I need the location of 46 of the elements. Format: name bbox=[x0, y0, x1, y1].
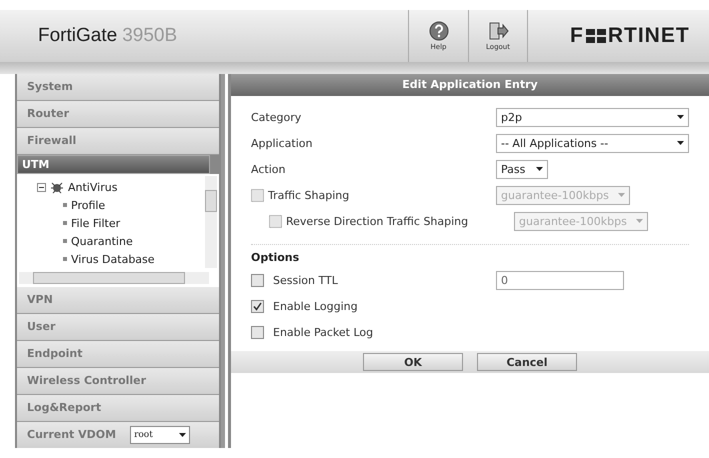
tree-item[interactable]: File Filter bbox=[71, 216, 120, 230]
caret-icon bbox=[636, 219, 643, 223]
field-label: Traffic Shaping bbox=[268, 188, 350, 202]
dropdown[interactable]: -- All Applications -- bbox=[496, 134, 689, 152]
caret-icon bbox=[677, 115, 684, 119]
caret-icon bbox=[179, 433, 186, 437]
ttl-input[interactable]: 0 bbox=[496, 270, 624, 290]
bullet-icon bbox=[63, 257, 67, 261]
tree-item[interactable]: Virus Database bbox=[71, 252, 155, 266]
bug-icon bbox=[50, 180, 64, 194]
checkbox[interactable] bbox=[251, 274, 264, 286]
door-arrow-icon bbox=[487, 21, 509, 41]
tree-item[interactable]: Profile bbox=[71, 198, 106, 212]
vertical-scrollbar[interactable] bbox=[205, 176, 217, 268]
dialog-title: Edit Application Entry bbox=[231, 74, 709, 96]
bullet-icon bbox=[63, 203, 67, 207]
tree-item[interactable]: AntiVirus bbox=[68, 180, 118, 194]
field-label: Application bbox=[251, 136, 312, 150]
checkbox[interactable] bbox=[251, 300, 264, 312]
help-icon bbox=[428, 21, 448, 41]
ok-button[interactable]: OK bbox=[363, 353, 463, 371]
section-heading: Options bbox=[251, 251, 300, 266]
vdom-label: Current VDOM bbox=[27, 427, 116, 443]
caret-icon bbox=[536, 167, 543, 171]
dropdown[interactable]: p2p bbox=[496, 108, 689, 126]
product-name: FortiGate bbox=[38, 25, 118, 46]
checkbox[interactable] bbox=[251, 326, 264, 338]
dropdown[interactable]: Pass bbox=[496, 160, 548, 178]
option-label: Enable Logging bbox=[273, 300, 358, 312]
menu-item[interactable]: UTM bbox=[17, 155, 210, 174]
cancel-button[interactable]: Cancel bbox=[477, 353, 577, 371]
option-label: Enable Packet Log bbox=[273, 326, 374, 338]
option-label: Session TTL bbox=[273, 274, 338, 286]
field-label: Action bbox=[251, 162, 286, 176]
model-name: 3950B bbox=[122, 25, 178, 46]
tree-item[interactable]: Quarantine bbox=[71, 234, 133, 248]
collapse-icon[interactable] bbox=[37, 182, 46, 192]
vdom-select[interactable]: root bbox=[130, 426, 190, 444]
horizontal-scrollbar[interactable] bbox=[19, 272, 209, 284]
field-label: Category bbox=[251, 110, 302, 124]
bullet-icon bbox=[63, 239, 67, 243]
caret-icon bbox=[618, 193, 625, 197]
field-label: Reverse Direction Traffic Shaping bbox=[286, 214, 468, 228]
caret-icon bbox=[677, 141, 684, 145]
company-logo: F RTINET bbox=[570, 24, 690, 48]
bullet-icon bbox=[63, 221, 67, 225]
